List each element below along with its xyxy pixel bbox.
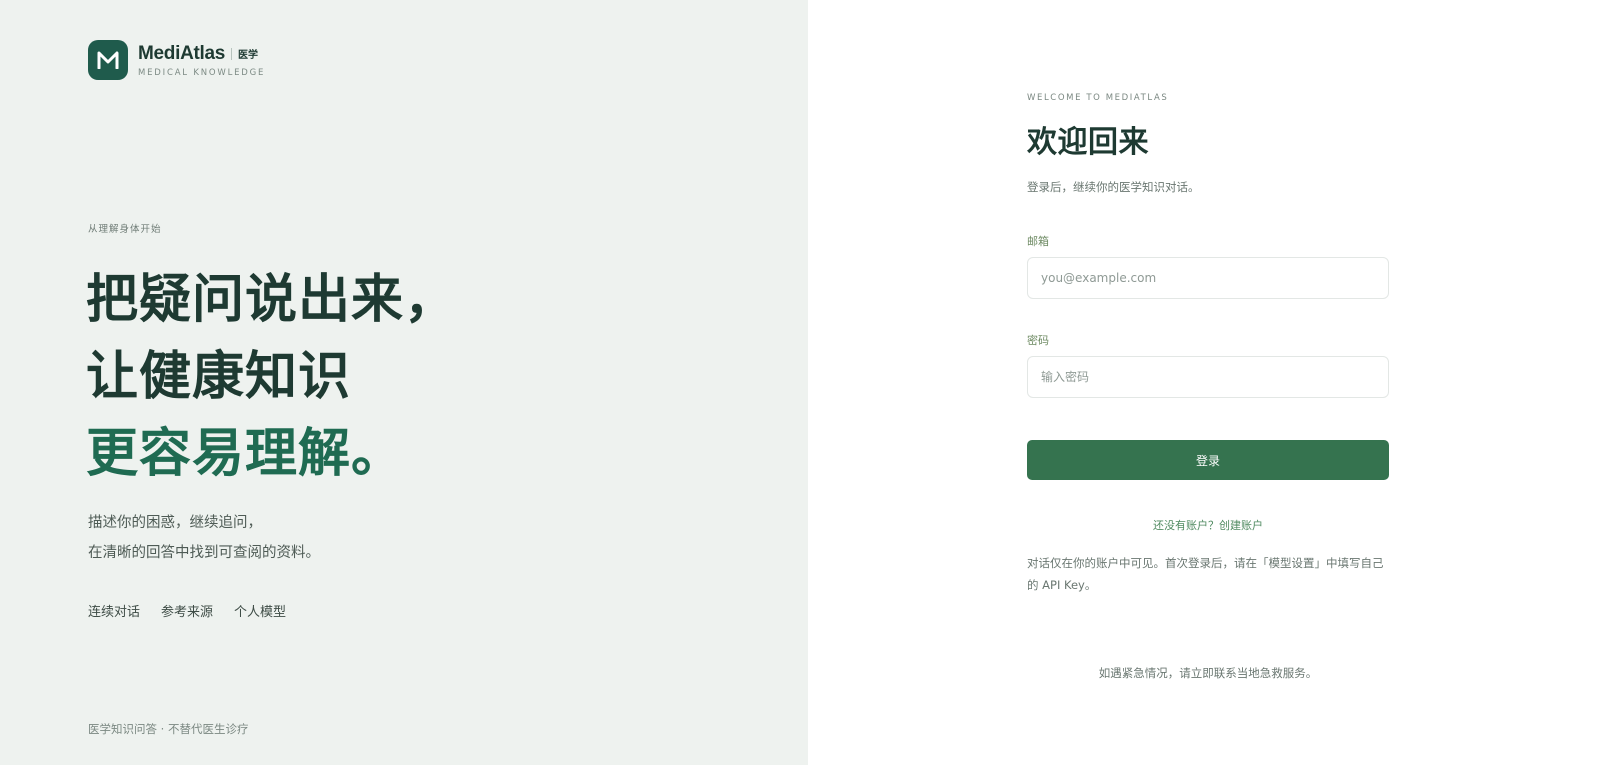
login-form: WELCOME TO MEDIATLAS 欢迎回来 登录后，继续你的医学知识对话… — [1027, 93, 1389, 596]
feature-item: 个人模型 — [234, 605, 287, 620]
password-label: 密码 — [1027, 334, 1049, 347]
login-panel: WELCOME TO MEDIATLAS 欢迎回来 登录后，继续你的医学知识对话… — [808, 0, 1600, 765]
privacy-note: 对话仅在你的账户中可见。首次登录后，请在「模型设置」中填写自己的 API Key… — [1027, 556, 1384, 592]
password-input[interactable] — [1027, 356, 1389, 398]
brand: MediAtlas 医学 MEDICAL KNOWLEDGE — [88, 40, 265, 80]
email-label: 邮箱 — [1027, 235, 1049, 248]
hero-description: 描述你的困惑，继续追问， 在清晰的回答中找到可查阅的资料。 — [88, 508, 320, 568]
headline-line-2: 让健康知识 — [86, 347, 352, 407]
brand-name: MediAtlas — [138, 42, 226, 64]
brand-text: MediAtlas 医学 MEDICAL KNOWLEDGE — [138, 43, 265, 78]
hero-headline: 把疑问说出来， 让健康知识 更容易理解。 — [86, 262, 457, 493]
brand-top: MediAtlas 医学 — [138, 43, 265, 65]
emergency-note: 如遇紧急情况，请立即联系当地急救服务。 — [1098, 666, 1318, 680]
login-title: 欢迎回来 — [1027, 125, 1149, 160]
m-logo-icon — [88, 40, 128, 80]
description-line-2: 在清晰的回答中找到可查阅的资料。 — [88, 545, 320, 561]
headline-line-3: 更容易理解。 — [86, 424, 405, 484]
login-button[interactable]: 登录 — [1027, 440, 1389, 480]
m-logo-glyph — [97, 51, 119, 69]
feature-item: 参考来源 — [161, 605, 214, 620]
create-account-link[interactable]: 还没有账户？创建账户 — [1153, 519, 1263, 532]
hero-panel: MediAtlas 医学 MEDICAL KNOWLEDGE 从理解身体开始 把… — [0, 0, 808, 765]
hero-eyebrow: 从理解身体开始 — [88, 224, 162, 235]
feature-item: 连续对话 — [88, 605, 141, 620]
brand-tag: 医学 — [238, 50, 259, 61]
email-input[interactable] — [1027, 257, 1389, 299]
feature-list: 连续对话 参考来源 个人模型 — [88, 601, 307, 620]
description-line-1: 描述你的困惑，继续追问， — [88, 515, 262, 531]
medical-disclaimer: 医学知识问答 · 不替代医生诊疗 — [88, 722, 249, 736]
welcome-eyebrow: WELCOME TO MEDIATLAS — [1027, 93, 1169, 103]
brand-divider — [231, 47, 233, 60]
headline-line-1: 把疑问说出来， — [86, 270, 458, 330]
brand-subtitle: MEDICAL KNOWLEDGE — [138, 67, 266, 78]
login-subtitle: 登录后，继续你的医学知识对话。 — [1027, 180, 1200, 194]
signup-row: 还没有账户？创建账户 — [1027, 517, 1389, 533]
